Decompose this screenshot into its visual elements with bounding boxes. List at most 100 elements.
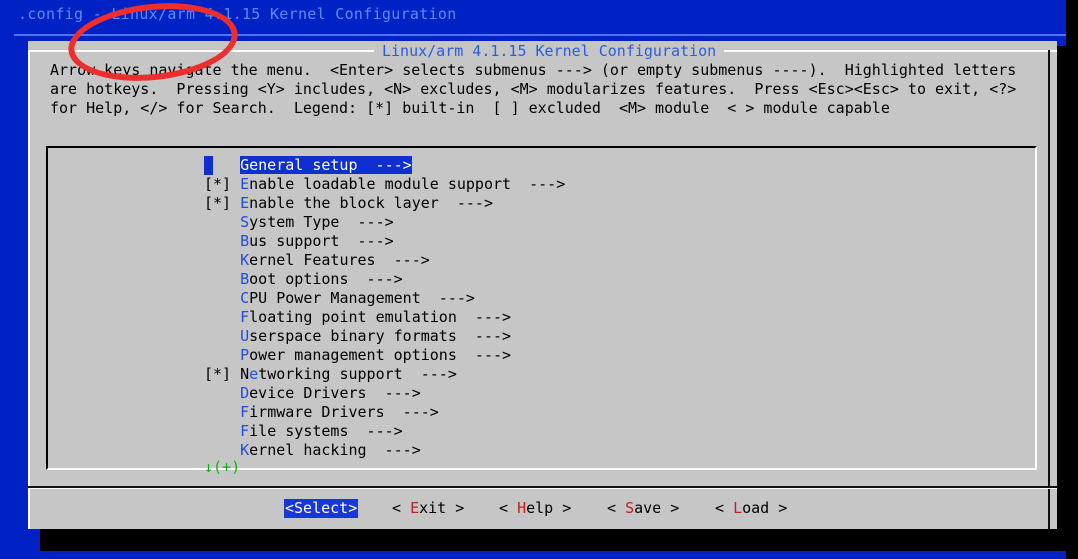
menu-item-hotkey: C (240, 289, 250, 307)
menu-item[interactable]: [*] Enable the block layer ---> (204, 194, 493, 213)
menu-item-state (204, 403, 240, 421)
menu-item-label: Enable loadable module support ---> (240, 175, 565, 193)
menu-item[interactable]: [*] Networking support ---> (204, 365, 457, 384)
menu-item[interactable]: Floating point emulation ---> (204, 308, 511, 327)
menu-item-label: Userspace binary formats ---> (240, 327, 511, 345)
button-hotkey: E (410, 499, 420, 517)
menu-item-state (204, 289, 240, 307)
scroll-more-indicator: ↓(+) (204, 458, 241, 476)
help-text-line-3: for Help, </> for Search. Legend: [*] bu… (50, 99, 890, 117)
menuconfig-dialog: Linux/arm 4.1.15 Kernel Configuration Ar… (28, 41, 1057, 529)
menu-item[interactable]: System Type ---> (204, 213, 394, 232)
menu-item-prefix: N (240, 365, 250, 383)
menu-item[interactable]: Boot options ---> (204, 270, 403, 289)
button-row-divider-highlight (28, 488, 1057, 489)
terminal-screen: .config - Linux/arm 4.1.15 Kernel Config… (0, 0, 1078, 559)
config-filename: .config (18, 5, 84, 23)
menu-item-state (204, 384, 240, 402)
menu-item-text: ower management options ---> (249, 346, 512, 364)
exit-button[interactable]: < Exit > (392, 499, 464, 518)
menu-item-label: Kernel Features ---> (240, 251, 430, 269)
menu-item-text: nable loadable module support ---> (249, 175, 566, 193)
menu-item-text: ernel Features ---> (249, 251, 430, 269)
menu-item-state: [*] (204, 365, 241, 383)
menu-item-hotkey: G (240, 156, 250, 174)
menu-item-state (204, 308, 240, 326)
button-bracket-left: < (607, 499, 626, 517)
load-button[interactable]: < Load > (715, 499, 787, 518)
menu-item-hotkey: F (240, 403, 250, 421)
menu-item-text: tworking support ---> (258, 365, 457, 383)
menu-item-text: irmware Drivers ---> (249, 403, 439, 421)
menu-item-text: eneral setup ---> (249, 156, 412, 174)
menu-item[interactable]: Firmware Drivers ---> (204, 403, 439, 422)
button-label-rest: ave > (634, 499, 680, 517)
dialog-frame-left (28, 50, 30, 529)
menu-item-text: loating point emulation ---> (249, 308, 512, 326)
button-label-rest: elp > (526, 499, 572, 517)
help-button[interactable]: < Help > (499, 499, 571, 518)
menu-item-label: CPU Power Management ---> (240, 289, 475, 307)
menu-item[interactable]: Bus support ---> (204, 232, 394, 251)
menu-item-hotkey: F (240, 422, 250, 440)
button-bracket-left: < (392, 499, 411, 517)
menu-item-label: Boot options ---> (240, 270, 403, 288)
menu-item-label: System Type ---> (240, 213, 394, 231)
menu-item-hotkey: S (240, 213, 250, 231)
button-hotkey: L (733, 499, 743, 517)
menu-item-text: ernel hacking ---> (249, 441, 421, 459)
button-label-rest: xit > (419, 499, 465, 517)
button-hotkey: S (625, 499, 635, 517)
menu-item[interactable]: Device Drivers ---> (204, 384, 421, 403)
menu-item[interactable]: CPU Power Management ---> (204, 289, 475, 308)
selection-gap (213, 156, 240, 174)
menu-item-text: oot options ---> (249, 270, 403, 288)
menu-item-text: us support ---> (249, 232, 394, 250)
menu-item-hotkey: E (240, 194, 250, 212)
menu-item-label: Floating point emulation ---> (240, 308, 511, 326)
dialog-shadow-bottom (40, 529, 1066, 551)
menu-item-state (204, 422, 240, 440)
menu-item-label: Networking support ---> (240, 365, 457, 383)
menu-item-text: ystem Type ---> (249, 213, 394, 231)
select-button[interactable]: <Select> (284, 499, 359, 518)
button-label-rest: oad > (742, 499, 788, 517)
menu-item-hotkey: E (240, 175, 250, 193)
menu-item-hotkey: F (240, 308, 250, 326)
menu-item-hotkey: K (240, 441, 250, 459)
dialog-title: Linux/arm 4.1.15 Kernel Configuration (374, 42, 725, 60)
menu-item-text: nable the block layer ---> (249, 194, 493, 212)
menu-item-hotkey: B (240, 232, 250, 250)
help-text-line-2: are hotkeys. Pressing <Y> includes, <N> … (50, 80, 1017, 98)
menu-list-box (46, 146, 1037, 470)
save-button[interactable]: < Save > (607, 499, 679, 518)
menu-item[interactable]: Userspace binary formats ---> (204, 327, 511, 346)
menu-item-state (204, 346, 240, 364)
menu-item-state (204, 270, 240, 288)
menu-item-hotkey: e (249, 365, 259, 383)
menu-item-state (204, 327, 240, 345)
menu-item-hotkey: P (240, 346, 250, 364)
menu-item-hotkey: B (240, 270, 250, 288)
menu-item-text: PU Power Management ---> (249, 289, 475, 307)
menu-item[interactable]: General setup ---> (204, 156, 412, 175)
button-bracket-left: < (715, 499, 734, 517)
menu-item[interactable]: [*] Enable loadable module support ---> (204, 175, 565, 194)
menu-item-text: ile systems ---> (249, 422, 403, 440)
menu-item[interactable]: Kernel Features ---> (204, 251, 430, 270)
menu-item-state (204, 213, 240, 231)
selection-cursor (204, 156, 213, 175)
menu-item-text: evice Drivers ---> (249, 384, 421, 402)
menu-item[interactable]: File systems ---> (204, 422, 403, 441)
menu-item[interactable]: Power management options ---> (204, 346, 511, 365)
menu-item-label: General setup ---> (240, 156, 412, 174)
menu-item-state (204, 441, 240, 459)
window-titlebar: .config - Linux/arm 4.1.15 Kernel Config… (18, 5, 457, 23)
menu-item-label: Power management options ---> (240, 346, 511, 364)
menu-item-label: Firmware Drivers ---> (240, 403, 439, 421)
menu-item-label: Bus support ---> (240, 232, 394, 250)
menu-item-hotkey: D (240, 384, 250, 402)
button-bracket-left: < (499, 499, 518, 517)
menu-item-label: Kernel hacking ---> (240, 441, 421, 459)
menu-item-hotkey: K (240, 251, 250, 269)
